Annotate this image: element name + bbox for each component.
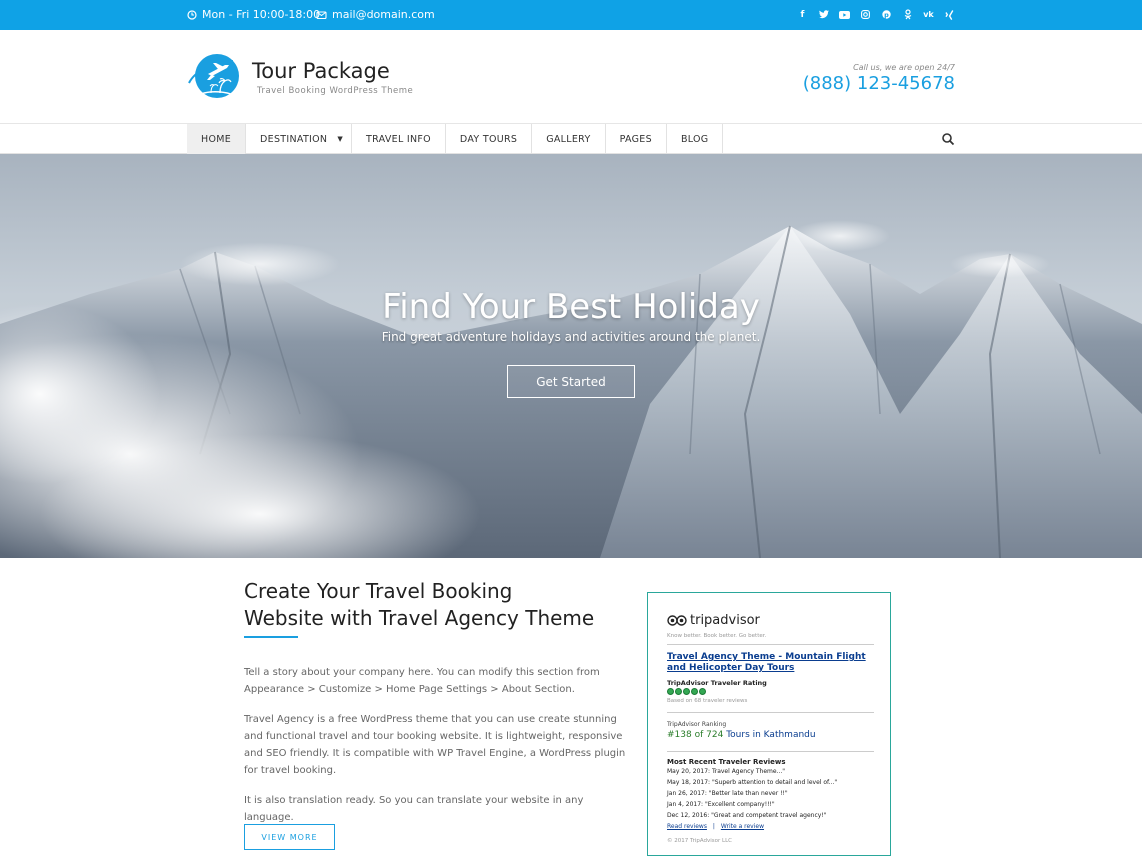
- rating-bubble: [683, 688, 690, 695]
- divider: [667, 712, 874, 713]
- read-reviews-link[interactable]: Read reviews: [667, 823, 707, 830]
- hero-title: Find Your Best Holiday: [382, 287, 760, 327]
- title-underline: [244, 636, 298, 638]
- rating-label: TripAdvisor Traveler Rating: [667, 679, 767, 687]
- based-on-text: Based on 68 traveler reviews: [667, 698, 748, 704]
- call-us-label: Call us, we are open 24/7: [853, 63, 955, 72]
- site-tagline: Travel Booking WordPress Theme: [257, 86, 414, 96]
- write-review-link[interactable]: Write a review: [721, 823, 764, 830]
- nav-item-travel-info[interactable]: TRAVEL INFO: [352, 124, 446, 154]
- nav-item-pages[interactable]: PAGES: [606, 124, 667, 154]
- tripadvisor-copyright: © 2017 TripAdvisor LLC: [667, 838, 732, 844]
- review-item[interactable]: Dec 12, 2016: "Great and competent trave…: [667, 812, 826, 819]
- nav-item-home[interactable]: HOME: [187, 124, 247, 154]
- odnoklassniki-icon[interactable]: [901, 7, 914, 22]
- mountain-background-image: [0, 220, 1142, 558]
- email-text: mail@domain.com: [332, 8, 435, 21]
- nav-item-destination[interactable]: DESTINATION ▼: [246, 124, 353, 154]
- tripadvisor-widget: tripadvisor Know better. Book better. Go…: [647, 592, 891, 856]
- divider: [667, 751, 874, 752]
- about-paragraph-3: It is also translation ready. So you can…: [244, 795, 584, 823]
- owl-eyes-icon: [667, 615, 687, 626]
- link-separator: |: [712, 823, 715, 830]
- main-navigation: HOME DESTINATION ▼ TRAVEL INFO DAY TOURS …: [0, 124, 1142, 154]
- phone-number[interactable]: (888) 123-45678: [803, 73, 955, 94]
- ranking-label: TripAdvisor Ranking: [667, 721, 727, 728]
- email-link[interactable]: mail@domain.com: [316, 8, 435, 21]
- tripadvisor-logo[interactable]: tripadvisor: [667, 613, 760, 628]
- rating-bubble: [699, 688, 706, 695]
- hero-banner: Find Your Best Holiday Find great advent…: [0, 154, 1142, 558]
- view-more-button[interactable]: VIEW MORE: [244, 824, 335, 850]
- rating-bubble: [691, 688, 698, 695]
- about-title: Create Your Travel Booking Website with …: [244, 579, 595, 630]
- twitter-icon[interactable]: [817, 7, 830, 22]
- site-header: Tour Package Travel Booking WordPress Th…: [0, 30, 1142, 124]
- xing-icon[interactable]: [943, 7, 956, 22]
- nav-item-blog[interactable]: BLOG: [667, 124, 724, 154]
- about-paragraph-1: Tell a story about your company here. Yo…: [244, 667, 600, 695]
- clock-icon: [187, 9, 197, 20]
- review-item[interactable]: May 18, 2017: "Superb attention to detai…: [667, 779, 837, 786]
- tripadvisor-slogan: Know better. Book better. Go better.: [667, 633, 767, 639]
- nav-item-day-tours[interactable]: DAY TOURS: [446, 124, 533, 154]
- envelope-icon: [316, 10, 327, 19]
- site-title[interactable]: Tour Package: [252, 59, 390, 83]
- get-started-button[interactable]: Get Started: [507, 365, 635, 398]
- business-hours: Mon - Fri 10:00-18:00: [187, 8, 320, 21]
- review-links: Read reviews | Write a review: [667, 823, 764, 830]
- listing-link[interactable]: Travel Agency Theme - Mountain Flight an…: [667, 652, 874, 674]
- ranking-value[interactable]: #138 of 724 Tours in Kathmandu: [667, 730, 816, 740]
- hero-subtitle: Find great adventure holidays and activi…: [381, 330, 761, 344]
- about-paragraph-2: Travel Agency is a free WordPress theme …: [244, 714, 626, 776]
- search-icon[interactable]: [941, 132, 955, 146]
- airplane-logo-icon[interactable]: [187, 53, 245, 99]
- svg-text:p: p: [884, 11, 889, 19]
- divider: [667, 644, 874, 645]
- youtube-icon[interactable]: [838, 7, 851, 22]
- social-links: f p vk: [796, 7, 956, 22]
- rating-bubble: [667, 688, 674, 695]
- vk-icon[interactable]: vk: [922, 7, 935, 22]
- rating-bubble: [675, 688, 682, 695]
- review-item[interactable]: May 20, 2017: Travel Agency Theme...": [667, 768, 785, 775]
- facebook-icon[interactable]: f: [796, 7, 809, 22]
- top-bar: Mon - Fri 10:00-18:00 mail@domain.com f …: [0, 0, 1142, 30]
- rating-bubbles: [667, 688, 706, 695]
- caret-down-icon: ▼: [337, 135, 344, 143]
- pinterest-icon[interactable]: p: [880, 7, 893, 22]
- recent-reviews-label: Most Recent Traveler Reviews: [667, 758, 786, 766]
- nav-item-gallery[interactable]: GALLERY: [532, 124, 606, 154]
- instagram-icon[interactable]: [859, 7, 872, 22]
- review-item[interactable]: Jan 26, 2017: "Better late than never !!…: [667, 790, 788, 797]
- review-item[interactable]: Jan 4, 2017: "Excellent company!!!": [667, 801, 775, 808]
- hours-text: Mon - Fri 10:00-18:00: [202, 8, 321, 21]
